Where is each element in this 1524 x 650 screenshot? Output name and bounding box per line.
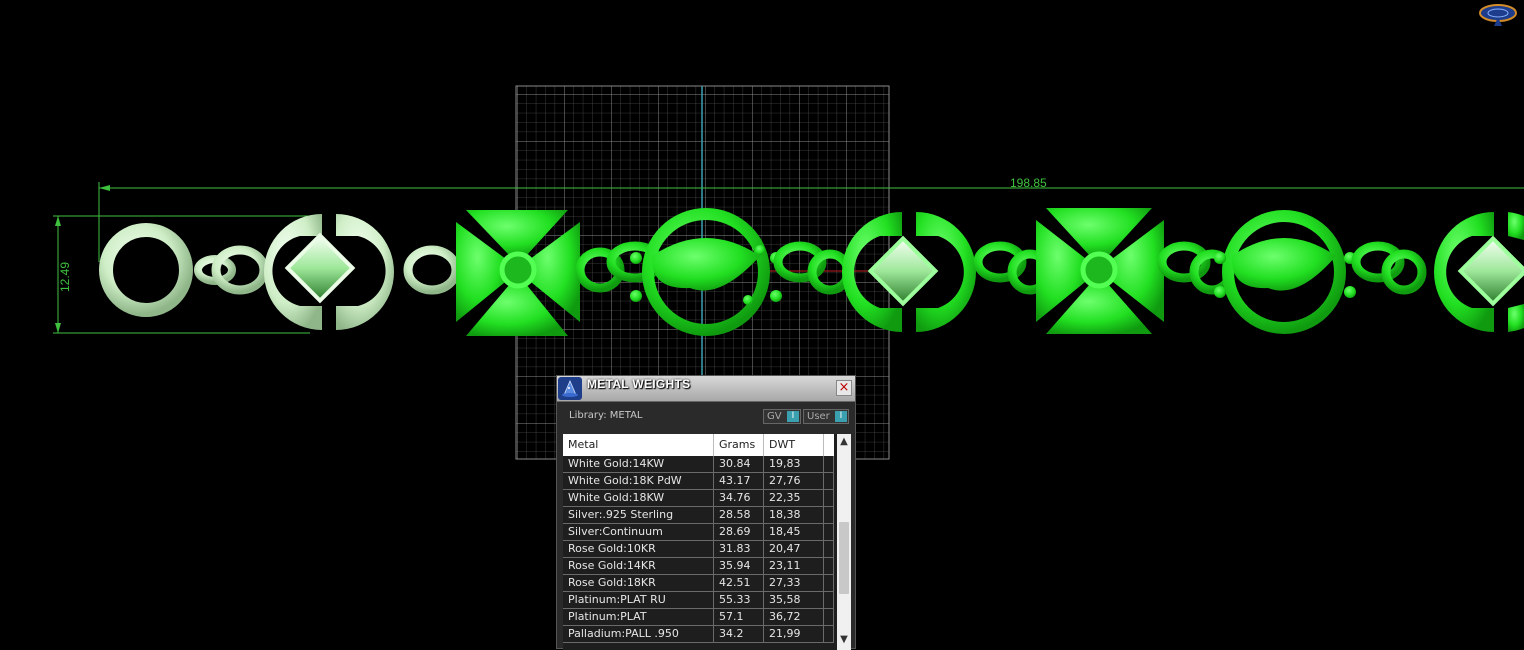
grams-cell: 35.94 — [714, 558, 764, 574]
dwt-cell: 21,99 — [764, 626, 824, 642]
grams-cell: 30.84 — [714, 456, 764, 472]
grams-cell: 34.76 — [714, 490, 764, 506]
column-header-dwt[interactable]: DWT — [764, 434, 824, 456]
metal-name-cell: Silver:.925 Sterling — [563, 507, 714, 523]
table-row[interactable]: Rose Gold:14KR 35.94 23,11 — [563, 558, 834, 575]
grams-cell: 34.2 — [714, 626, 764, 642]
table-scrollbar[interactable]: ▲ ▼ — [837, 434, 851, 650]
metal-name-cell: Rose Gold:14KR — [563, 558, 714, 574]
app-logo-icon[interactable] — [1478, 3, 1518, 31]
dwt-cell: 27,76 — [764, 473, 824, 489]
column-header-metal[interactable]: Metal — [563, 434, 714, 456]
dwt-cell: 22,35 — [764, 490, 824, 506]
grams-cell: 55.33 — [714, 592, 764, 608]
table-rows: White Gold:14KW 30.84 19,83 White Gold:18K … — [563, 456, 834, 643]
empty-cell — [824, 541, 834, 557]
dimension-height-value: 12.49 — [58, 262, 72, 292]
library-label: Library: METAL — [569, 410, 643, 421]
dwt-cell: 20,47 — [764, 541, 824, 557]
dwt-cell: 19,83 — [764, 456, 824, 472]
table-row[interactable]: Platinum:PLAT 57.1 36,72 — [563, 609, 834, 626]
empty-cell — [824, 473, 834, 489]
dwt-cell: 36,72 — [764, 609, 824, 625]
table-row[interactable]: White Gold:18KW 34.76 22,35 — [563, 490, 834, 507]
metal-name-cell: Platinum:PLAT — [563, 609, 714, 625]
metal-weights-panel[interactable]: METAL WEIGHTS × Library: METAL GV I User… — [556, 375, 856, 650]
grams-cell: 43.17 — [714, 473, 764, 489]
dwt-cell: 18,45 — [764, 524, 824, 540]
scroll-thumb[interactable] — [839, 522, 849, 594]
bracelet-unselected-section[interactable] — [99, 214, 461, 330]
grams-cell: 42.51 — [714, 575, 764, 591]
gv-toggle-label: GV — [767, 411, 782, 422]
user-toggle[interactable]: User I — [803, 409, 849, 424]
empty-cell — [824, 456, 834, 472]
grams-cell: 57.1 — [714, 609, 764, 625]
grams-cell: 28.69 — [714, 524, 764, 540]
metal-name-cell: Rose Gold:10KR — [563, 541, 714, 557]
dwt-cell: 23,11 — [764, 558, 824, 574]
empty-cell — [824, 490, 834, 506]
user-toggle-switch[interactable]: I — [835, 411, 847, 422]
dwt-cell: 18,38 — [764, 507, 824, 523]
table-row[interactable]: White Gold:18K PdW 43.17 27,76 — [563, 473, 834, 490]
gv-toggle-switch[interactable]: I — [787, 411, 799, 422]
scroll-down-arrow-icon[interactable]: ▼ — [837, 632, 851, 648]
panel-title: METAL WEIGHTS — [587, 377, 691, 391]
close-button[interactable]: × — [836, 380, 852, 396]
dimension-length-value: 198.85 — [1010, 176, 1047, 190]
dwt-cell: 27,33 — [764, 575, 824, 591]
gv-toggle[interactable]: GV I — [763, 409, 801, 424]
table-row[interactable]: Platinum:PLAT RU 55.33 35,58 — [563, 592, 834, 609]
user-toggle-label: User — [807, 411, 830, 422]
table-header: Metal Grams DWT — [563, 434, 834, 456]
table-row[interactable]: Silver:.925 Sterling 28.58 18,38 — [563, 507, 834, 524]
metal-name-cell: Platinum:PLAT RU — [563, 592, 714, 608]
empty-cell — [824, 507, 834, 523]
table-row[interactable]: Palladium:PALL .950 34.2 21,99 — [563, 626, 834, 643]
table-row[interactable]: White Gold:14KW 30.84 19,83 — [563, 456, 834, 473]
wizard-hat-icon — [558, 377, 582, 400]
metal-name-cell: White Gold:18KW — [563, 490, 714, 506]
metal-name-cell: Rose Gold:18KR — [563, 575, 714, 591]
table-row[interactable]: Rose Gold:18KR 42.51 27,33 — [563, 575, 834, 592]
metal-name-cell: Palladium:PALL .950 — [563, 626, 714, 642]
empty-cell — [824, 609, 834, 625]
metal-name-cell: White Gold:14KW — [563, 456, 714, 472]
metal-name-cell: Silver:Continuum — [563, 524, 714, 540]
panel-titlebar[interactable]: METAL WEIGHTS × — [557, 376, 855, 402]
metal-name-cell: White Gold:18K PdW — [563, 473, 714, 489]
empty-cell — [824, 592, 834, 608]
empty-cell — [824, 558, 834, 574]
table-row[interactable]: Rose Gold:10KR 31.83 20,47 — [563, 541, 834, 558]
column-header-grams[interactable]: Grams — [714, 434, 764, 456]
empty-cell — [824, 524, 834, 540]
grams-cell: 28.58 — [714, 507, 764, 523]
dwt-cell: 35,58 — [764, 592, 824, 608]
grams-cell: 31.83 — [714, 541, 764, 557]
metal-weights-table[interactable]: Metal Grams DWT White Gold:14KW 30.84 19,8… — [563, 434, 851, 650]
table-row[interactable]: Silver:Continuum 28.69 18,45 — [563, 524, 834, 541]
empty-cell — [824, 575, 834, 591]
empty-cell — [824, 626, 834, 642]
scroll-up-arrow-icon[interactable]: ▲ — [837, 434, 851, 450]
